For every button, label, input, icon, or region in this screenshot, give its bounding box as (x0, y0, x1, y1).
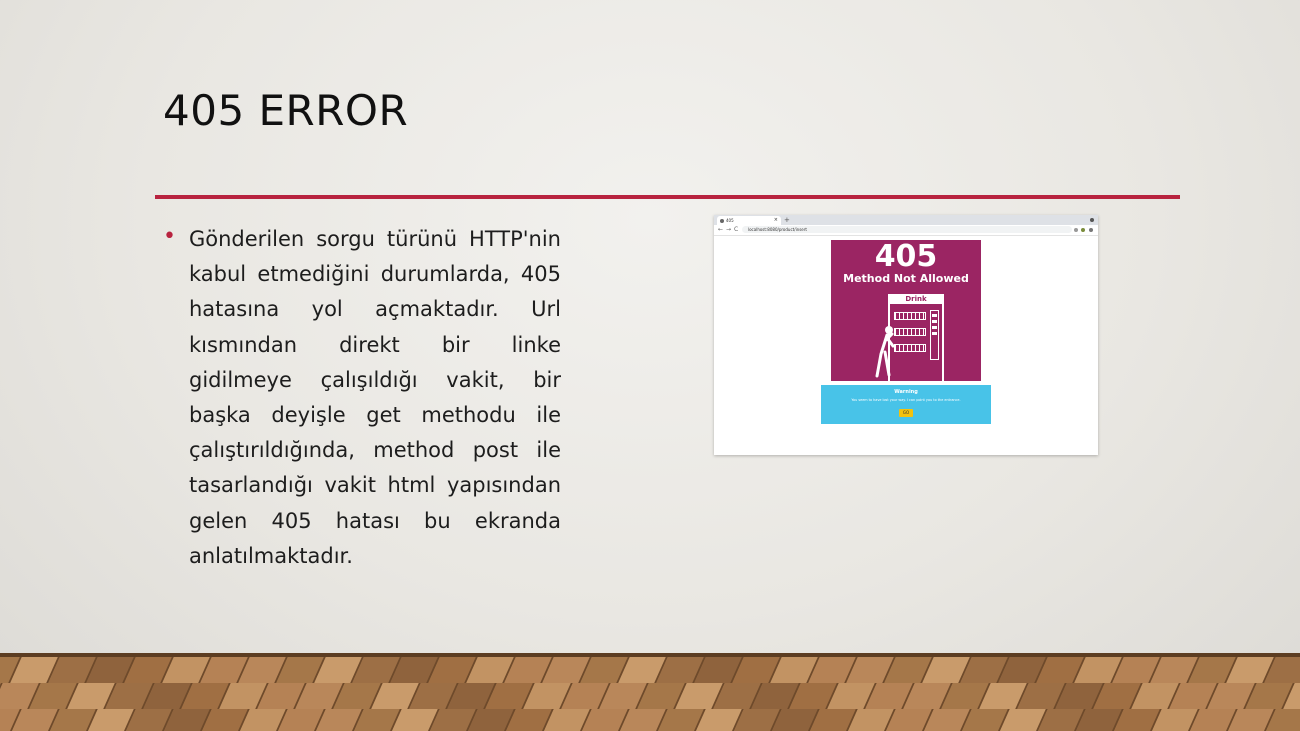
error-poster: 405 Method Not Allowed Drink (831, 240, 981, 381)
reload-icon: C (734, 226, 739, 233)
machine-sign: Drink (888, 294, 944, 304)
shelf (894, 328, 926, 336)
title-divider (155, 195, 1180, 199)
bullet-marker: • (163, 224, 176, 249)
forward-icon: → (726, 226, 732, 233)
window-control-icon (1090, 218, 1094, 222)
warning-box: Warning You seem to have lost your way. … (821, 385, 991, 424)
person-icon (875, 326, 895, 378)
error-subtitle: Method Not Allowed (843, 272, 969, 285)
machine-panel (930, 310, 939, 360)
shelf (894, 312, 926, 320)
error-code: 405 (874, 240, 938, 274)
warning-title: Warning (894, 389, 918, 395)
wood-floor (0, 653, 1300, 731)
plank-row (0, 683, 1300, 709)
address-bar: localhost:8080/product/insert (742, 226, 1072, 233)
plank-row (0, 709, 1300, 731)
profile-icon (1081, 228, 1085, 232)
new-tab-icon: + (784, 216, 790, 224)
browser-screenshot: 405 × + ← → C localhost:8080/product/ins… (714, 215, 1098, 455)
browser-toolbar: ← → C localhost:8080/product/insert (714, 225, 1098, 236)
extension-icon (1074, 228, 1078, 232)
browser-tab-bar: 405 × + (714, 215, 1098, 225)
shelf (894, 344, 926, 352)
menu-icon (1089, 228, 1093, 232)
warning-text: You seem to have lost your way. I can po… (851, 398, 961, 402)
go-button: GO (899, 409, 913, 417)
back-icon: ← (718, 226, 724, 233)
bullet-text: Gönderilen sorgu türünü HTTP'nin kabul e… (189, 227, 561, 568)
browser-tab: 405 × (717, 216, 781, 225)
favicon-icon (720, 219, 724, 223)
plank-row (0, 657, 1300, 683)
close-tab-icon: × (773, 217, 778, 223)
slide-title: 405 ERROR (163, 86, 409, 135)
browser-tab-label: 405 (726, 218, 734, 223)
vending-machine-icon (888, 294, 944, 381)
